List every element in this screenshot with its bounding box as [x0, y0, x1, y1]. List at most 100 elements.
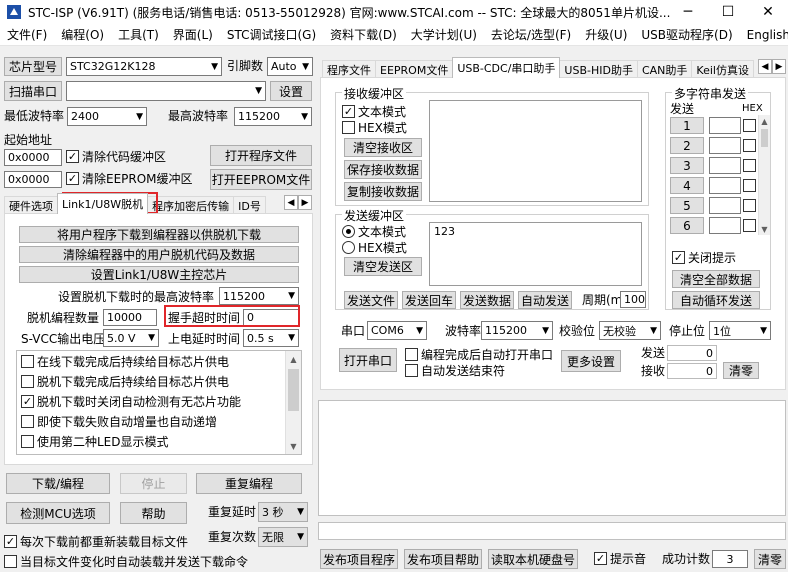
chip-model-button[interactable]: 芯片型号: [4, 57, 62, 76]
multi-string-input-2[interactable]: [709, 137, 741, 154]
right-tab-scroll-left-icon[interactable]: ◀: [758, 59, 772, 74]
tab-hardware-options[interactable]: 硬件选项: [4, 196, 58, 214]
help-button[interactable]: 帮助: [120, 502, 187, 524]
multi-string-scrollbar[interactable]: ▲ ▼: [758, 115, 770, 235]
settings-button[interactable]: 设置: [270, 81, 312, 101]
open-serial-port-button[interactable]: 打开串口: [339, 348, 397, 372]
auto-loop-send-button[interactable]: 自动循环发送: [672, 291, 760, 309]
multi-string-input-5[interactable]: [709, 197, 741, 214]
eeprom-start-address-input[interactable]: 0x0000: [4, 171, 62, 188]
scroll-down-icon[interactable]: ▼: [286, 438, 301, 454]
clear-all-data-button[interactable]: 清空全部数据: [672, 270, 760, 288]
tab-encrypted-transfer[interactable]: 程序加密后传输: [147, 196, 235, 214]
option-checkbox-2[interactable]: [21, 375, 34, 388]
publish-help-button[interactable]: 发布项目帮助: [404, 549, 482, 569]
tab-hid-assistant[interactable]: USB-HID助手: [559, 60, 638, 78]
tx-text-mode-radio[interactable]: [342, 225, 355, 238]
scroll-up-icon[interactable]: ▲: [759, 115, 770, 127]
auto-open-port-checkbox[interactable]: [405, 348, 418, 361]
multi-hex-checkbox-6[interactable]: [743, 219, 756, 232]
multi-string-input-6[interactable]: [709, 217, 741, 234]
rx-text-mode-checkbox[interactable]: ✓: [342, 105, 355, 118]
multi-send-button-2[interactable]: 2: [670, 137, 704, 154]
multi-send-button-4[interactable]: 4: [670, 177, 704, 194]
tab-link1-offline[interactable]: Link1/U8W脱机: [57, 193, 149, 214]
repeat-delay-select[interactable]: 3 秒 ▼: [258, 502, 308, 522]
power-delay-select[interactable]: 0.5 s ▼: [243, 329, 299, 347]
scroll-up-icon[interactable]: ▲: [286, 351, 301, 367]
menu-download[interactable]: 资料下载(D): [323, 26, 404, 43]
offline-count-input[interactable]: 10000: [103, 309, 157, 326]
offline-max-baud-select[interactable]: 115200 ▼: [219, 287, 299, 305]
chip-model-select[interactable]: STC32G12K128 ▼: [66, 57, 222, 76]
serial-port-select[interactable]: COM6 ▼: [367, 321, 427, 340]
multi-hex-checkbox-3[interactable]: [743, 159, 756, 172]
repeat-count-select[interactable]: 无限 ▼: [258, 527, 308, 547]
maximize-icon[interactable]: ☐: [708, 0, 748, 24]
download-to-programmer-button[interactable]: 将用户程序下载到编程器以供脱机下载: [19, 226, 299, 243]
menu-english[interactable]: English: [740, 28, 788, 42]
menu-file[interactable]: 文件(F): [0, 26, 54, 43]
pin-count-select[interactable]: Auto ▼: [267, 57, 313, 76]
clear-programmer-code-button[interactable]: 清除编程器中的用户脱机代码及数据: [19, 246, 299, 263]
scroll-thumb[interactable]: [761, 129, 768, 147]
clear-count-button[interactable]: 清零: [723, 362, 759, 379]
menu-usb-driver[interactable]: USB驱动程序(D): [634, 26, 739, 43]
menu-interface[interactable]: 界面(L): [166, 26, 220, 43]
code-start-address-input[interactable]: 0x0000: [4, 149, 62, 166]
multi-hex-checkbox-5[interactable]: [743, 199, 756, 212]
publish-program-button[interactable]: 发布项目程序: [320, 549, 398, 569]
menu-upgrade[interactable]: 升级(U): [578, 26, 634, 43]
port-select[interactable]: ▼: [66, 81, 266, 101]
multi-string-input-4[interactable]: [709, 177, 741, 194]
option-checkbox-4[interactable]: [21, 415, 34, 428]
set-master-chip-button[interactable]: 设置Link1/U8W主控芯片: [19, 266, 299, 283]
baud-rate-select[interactable]: 115200 ▼: [481, 321, 553, 340]
close-hint-checkbox[interactable]: ✓: [672, 251, 685, 264]
option-checkbox-5[interactable]: [21, 435, 34, 448]
multi-send-button-5[interactable]: 5: [670, 197, 704, 214]
detect-mcu-button[interactable]: 检测MCU选项: [6, 502, 110, 524]
handshake-timeout-input[interactable]: 0: [243, 309, 299, 326]
more-settings-button[interactable]: 更多设置: [561, 350, 621, 372]
menu-forum[interactable]: 去论坛/选型(F): [484, 26, 578, 43]
send-file-button[interactable]: 发送文件: [344, 291, 398, 309]
send-data-button[interactable]: 发送数据: [460, 291, 514, 309]
download-program-button[interactable]: 下载/编程: [6, 473, 110, 494]
tab-serial-assistant[interactable]: USB-CDC/串口助手: [452, 57, 561, 78]
receive-textarea[interactable]: [429, 100, 642, 202]
clear-code-checkbox[interactable]: ✓: [66, 150, 79, 163]
parity-select[interactable]: 无校验 ▼: [599, 321, 661, 340]
clear-success-button[interactable]: 清零: [754, 549, 786, 569]
menu-program[interactable]: 编程(O): [54, 26, 111, 43]
option-checkbox-1[interactable]: [21, 355, 34, 368]
minimize-icon[interactable]: ─: [668, 0, 708, 24]
copy-receive-button[interactable]: 复制接收数据: [344, 182, 422, 201]
max-baud-select[interactable]: 115200 ▼: [234, 107, 312, 126]
send-textarea[interactable]: 123: [429, 222, 642, 286]
tab-program-file[interactable]: 程序文件: [322, 60, 376, 78]
option-checkbox-3[interactable]: ✓: [21, 395, 34, 408]
tab-scroll-left-icon[interactable]: ◀: [284, 195, 298, 210]
multi-string-input-1[interactable]: [709, 117, 741, 134]
multi-string-input-3[interactable]: [709, 157, 741, 174]
tab-can-assistant[interactable]: CAN助手: [636, 60, 693, 78]
clear-receive-button[interactable]: 清空接收区: [344, 138, 422, 157]
stop-button[interactable]: 停止: [120, 473, 187, 494]
multi-send-button-6[interactable]: 6: [670, 217, 704, 234]
clear-send-button[interactable]: 清空发送区: [344, 257, 422, 276]
scroll-thumb[interactable]: [288, 369, 299, 411]
tx-hex-mode-radio[interactable]: [342, 241, 355, 254]
auto-load-checkbox[interactable]: [4, 555, 17, 568]
svcc-voltage-select[interactable]: 5.0 V ▼: [103, 329, 159, 347]
period-input[interactable]: 100: [620, 291, 646, 308]
repeat-program-button[interactable]: 重复编程: [196, 473, 302, 494]
rx-hex-mode-checkbox[interactable]: [342, 121, 355, 134]
clear-eeprom-checkbox[interactable]: ✓: [66, 172, 79, 185]
open-program-file-button[interactable]: 打开程序文件: [210, 145, 312, 166]
tab-id-number[interactable]: ID号: [233, 196, 266, 214]
multi-send-button-1[interactable]: 1: [670, 117, 704, 134]
reload-before-download-checkbox[interactable]: ✓: [4, 535, 17, 548]
tab-keil-simulation[interactable]: Keil仿真设: [691, 60, 754, 78]
scroll-down-icon[interactable]: ▼: [759, 223, 770, 235]
